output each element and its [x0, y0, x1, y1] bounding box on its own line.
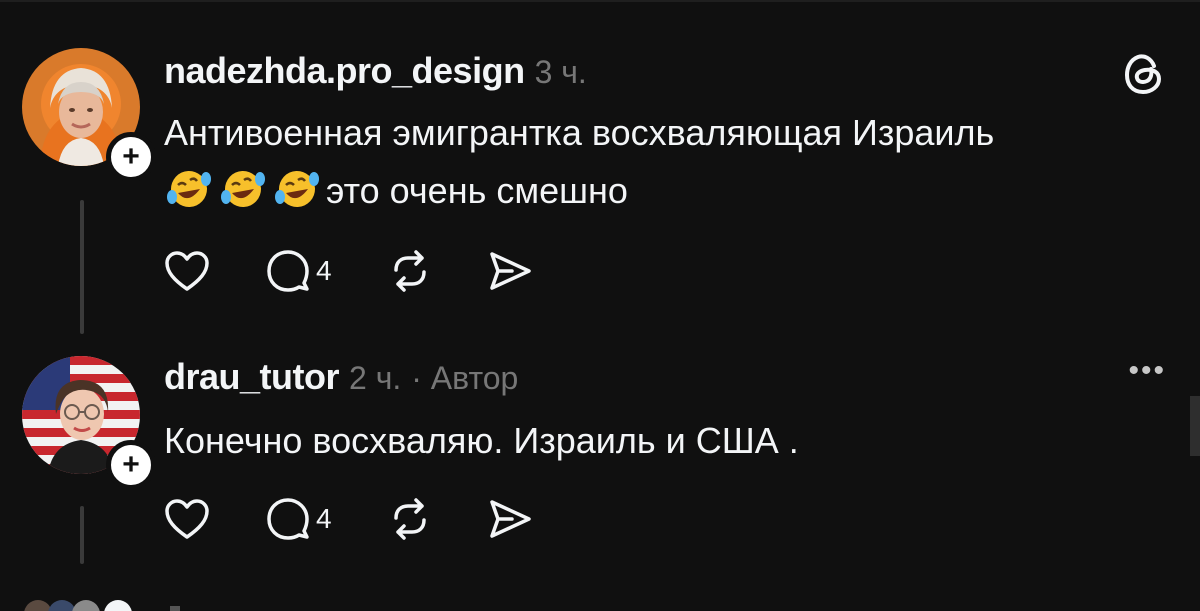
username-text[interactable]: drau_tutor	[164, 356, 340, 397]
repost-icon	[393, 250, 426, 292]
follow-button[interactable]: +	[106, 132, 156, 182]
repost-button[interactable]	[388, 498, 432, 540]
post-time: 3 ч.	[534, 54, 587, 90]
thread-line	[80, 506, 84, 564]
rofl-emoji-icon	[221, 171, 265, 207]
reply-count: 4	[316, 503, 332, 534]
action-bar: 4	[164, 246, 588, 296]
top-divider	[0, 0, 1200, 2]
more-options-icon[interactable]: •••	[1128, 354, 1166, 388]
send-icon	[489, 500, 531, 538]
username[interactable]: nadezhda.pro_design 3 ч.	[164, 50, 587, 92]
heart-icon	[165, 499, 209, 539]
rofl-emoji-icon	[275, 171, 319, 207]
post-body: Конечно восхваляю. Израиль и США .	[164, 412, 1164, 470]
scrollbar[interactable]	[1190, 396, 1200, 456]
username-text[interactable]: nadezhda.pro_design	[164, 50, 525, 91]
author-label: · Автор	[411, 360, 519, 396]
reply-button[interactable]: 4	[266, 249, 332, 293]
rofl-emoji-icon	[167, 171, 211, 207]
post-time: 2 ч.	[349, 360, 402, 396]
post-text-tail: это очень смешно	[326, 170, 628, 211]
avatar-wrap: +	[22, 48, 156, 182]
reply-avatars-peek	[24, 600, 180, 611]
post-text-line1: Антивоенная эмигрантка восхваляющая Изра…	[164, 112, 995, 153]
like-button[interactable]	[164, 250, 210, 292]
reply-count: 4	[316, 255, 332, 286]
post-text-line1: Конечно восхваляю. Израиль и США .	[164, 420, 799, 461]
share-button[interactable]	[488, 498, 532, 540]
repost-button[interactable]	[388, 250, 432, 292]
repost-icon	[393, 498, 426, 540]
threads-logo-icon[interactable]	[1124, 52, 1164, 101]
like-button[interactable]	[164, 498, 210, 540]
thread-line	[80, 200, 84, 334]
send-icon	[489, 252, 531, 290]
comment-icon	[267, 250, 309, 292]
heart-icon	[165, 251, 209, 291]
action-bar: 4	[164, 494, 588, 544]
post-text-line2: это очень смешно	[164, 162, 1164, 220]
post-body: Антивоенная эмигрантка восхваляющая Изра…	[164, 104, 1164, 220]
reply-button[interactable]: 4	[266, 497, 332, 541]
avatar-wrap: +	[22, 356, 156, 490]
share-button[interactable]	[488, 250, 532, 292]
username[interactable]: drau_tutor 2 ч. · Автор	[164, 356, 518, 398]
comment-icon	[267, 498, 309, 540]
follow-button[interactable]: +	[106, 440, 156, 490]
